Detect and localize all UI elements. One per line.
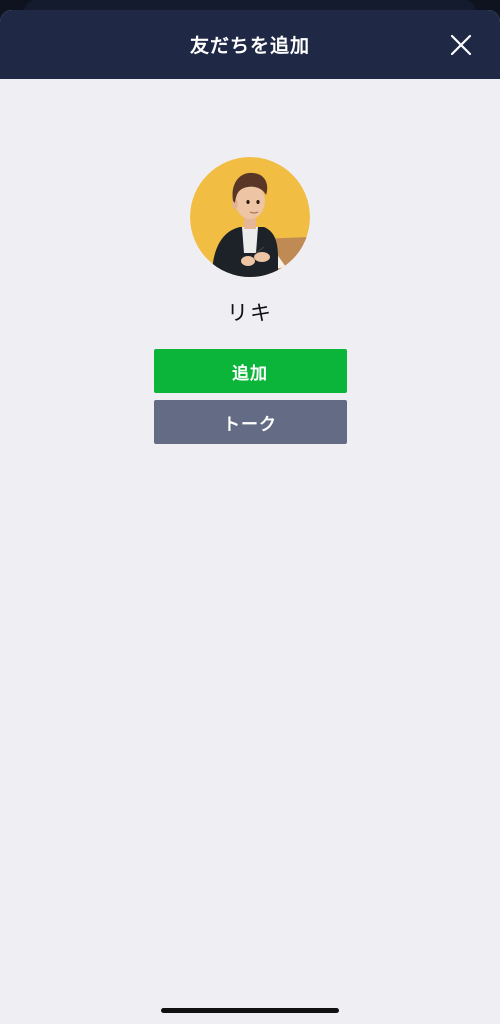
add-friend-sheet: 友だちを追加 リキ 追加 トーク (0, 10, 500, 1024)
add-friend-button[interactable]: 追加 (153, 349, 347, 393)
page-title: 友だちを追加 (189, 35, 310, 57)
close-button[interactable] (450, 34, 472, 56)
close-icon (450, 34, 472, 56)
profile-section: リキ 追加 トーク (0, 79, 500, 444)
avatar (190, 157, 310, 277)
profile-name: リキ (227, 301, 273, 325)
talk-button[interactable]: トーク (153, 400, 347, 444)
user-avatar-icon (190, 157, 310, 277)
home-indicator[interactable] (161, 1008, 339, 1013)
header-bar: 友だちを追加 (0, 10, 500, 79)
